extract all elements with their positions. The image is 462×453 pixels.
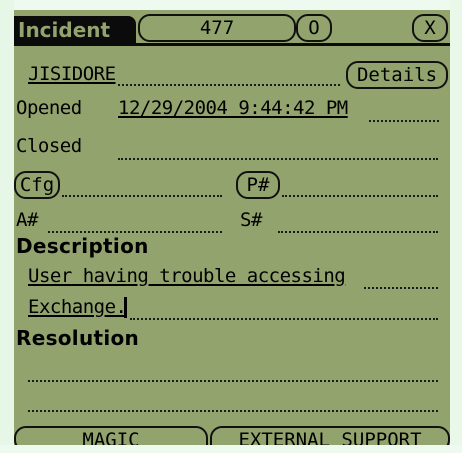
description-dots-1 (364, 287, 438, 289)
title-rule (14, 43, 450, 46)
incident-form-screen: Incident 477 O X JISIDORE Details Opened… (14, 10, 450, 445)
details-button[interactable]: Details (346, 61, 448, 89)
contact-name-link[interactable]: JISIDORE (28, 63, 116, 85)
opened-label: Opened (16, 97, 82, 119)
resolution-heading: Resolution (16, 326, 140, 350)
description-line-1[interactable]: User having trouble accessing (28, 265, 346, 287)
magic-button[interactable]: MAGIC (14, 426, 208, 445)
cfg-button[interactable]: Cfg (14, 171, 60, 199)
description-line-2[interactable]: Exchange. (28, 296, 127, 318)
opened-dots (369, 120, 439, 122)
resolution-dots-2 (28, 410, 438, 412)
contact-underline (118, 84, 340, 86)
option-button[interactable]: O (296, 14, 332, 42)
text-cursor (124, 297, 127, 318)
form-title: Incident (14, 16, 136, 44)
resolution-dots-1 (28, 380, 438, 382)
description-dots-2 (130, 318, 438, 320)
p-number-field[interactable] (282, 195, 438, 197)
outer-background (0, 0, 462, 10)
s-number-field[interactable] (278, 231, 438, 233)
closed-label: Closed (16, 135, 82, 157)
p-number-button[interactable]: P# (236, 171, 280, 199)
outer-background-left (0, 0, 14, 453)
s-number-label: S# (240, 209, 262, 231)
external-support-button[interactable]: EXTERNAL_SUPPORT (210, 426, 450, 445)
cfg-field[interactable] (62, 195, 222, 197)
opened-date-field[interactable]: 12/29/2004 9:44:42 PM (118, 97, 348, 119)
close-button[interactable]: X (412, 14, 448, 42)
closed-dots (118, 158, 438, 160)
description-heading: Description (16, 234, 149, 258)
a-number-label: A# (16, 209, 38, 231)
incident-number-button[interactable]: 477 (138, 14, 296, 42)
outer-background-right (450, 0, 462, 453)
outer-background-bottom (0, 445, 462, 453)
a-number-field[interactable] (48, 231, 222, 233)
